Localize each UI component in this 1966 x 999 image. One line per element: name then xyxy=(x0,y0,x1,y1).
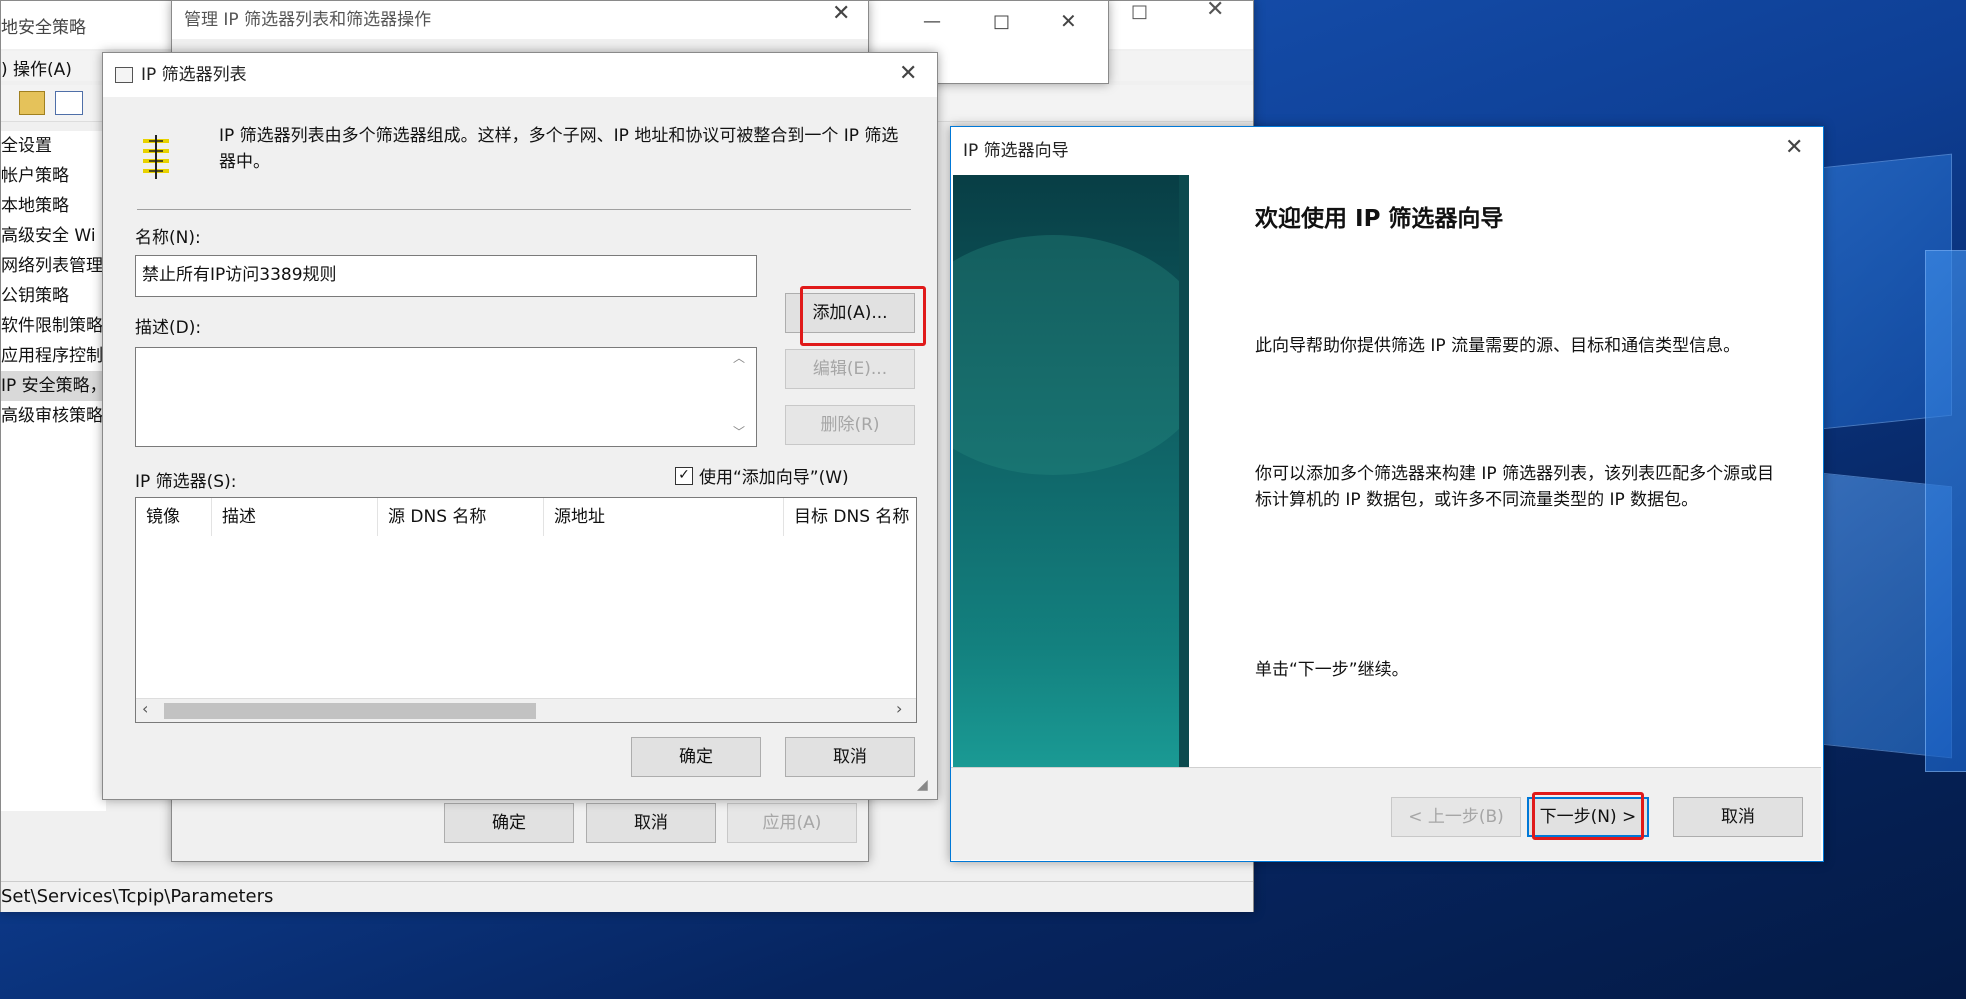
tree-item[interactable]: 公钥策略 xyxy=(1,281,106,311)
wizard-heading: 欢迎使用 IP 筛选器向导 xyxy=(1255,206,1504,232)
wizard-paragraph-2: 你可以添加多个筛选器来构建 IP 筛选器列表，该列表匹配多个源或目标计算机的 I… xyxy=(1255,464,1775,510)
tree-item[interactable]: 网络列表管理 xyxy=(1,251,106,281)
delete-filter-button[interactable]: 删除(R) xyxy=(785,405,915,445)
mmc-title: 地安全策略 xyxy=(1,18,86,38)
ipfl-titlebar: IP 筛选器列表 xyxy=(103,53,937,97)
close-icon[interactable]: ✕ xyxy=(1060,9,1077,33)
name-field[interactable]: 禁止所有IP访问3389规则 xyxy=(135,255,757,297)
column-header-description[interactable]: 描述 xyxy=(212,498,378,536)
tree-item[interactable]: 应用程序控制 xyxy=(1,341,106,371)
tree-item[interactable]: IP 安全策略， xyxy=(1,371,106,401)
tree-item[interactable]: 高级审核策略 xyxy=(1,401,106,431)
wizard-next-button[interactable]: 下一步(N) > xyxy=(1527,797,1649,837)
wizard-cancel-button[interactable]: 取消 xyxy=(1673,797,1803,837)
tree-item[interactable]: 软件限制策略 xyxy=(1,311,106,341)
manage-ok-button[interactable]: 确定 xyxy=(444,803,574,843)
description-field[interactable] xyxy=(135,347,757,447)
manage-title: 管理 IP 筛选器列表和筛选器操作 xyxy=(184,10,432,30)
wizard-back-button[interactable]: < 上一步(B) xyxy=(1391,797,1521,837)
intro-divider xyxy=(137,209,911,210)
ipfl-cancel-button[interactable]: 取消 xyxy=(785,737,915,777)
scroll-left-icon[interactable]: ‹ xyxy=(142,699,148,718)
maximize-icon[interactable]: □ xyxy=(993,11,1010,32)
description-label: 描述(D): xyxy=(135,318,202,338)
tree-item[interactable]: 高级安全 Wi xyxy=(1,221,106,251)
ipfl-ok-button[interactable]: 确定 xyxy=(631,737,761,777)
scrollbar-thumb[interactable] xyxy=(164,703,536,719)
mmc-close-icon[interactable]: ✕ xyxy=(1206,0,1224,22)
column-header-mirror[interactable]: 镜像 xyxy=(136,498,212,536)
edit-filter-button[interactable]: 编辑(E)... xyxy=(785,349,915,389)
name-label: 名称(N): xyxy=(135,228,201,248)
wizard-paragraph-3: 单击“下一步”继续。 xyxy=(1255,660,1409,680)
tree-item[interactable]: 帐户策略 xyxy=(1,161,106,191)
mmc-restore-icon[interactable]: □ xyxy=(1131,1,1148,22)
wizard-title: IP 筛选器向导 xyxy=(963,141,1069,161)
ip-filter-wizard: IP 筛选器向导 ✕ 欢迎使用 IP 筛选器向导 此向导帮助你提供筛选 IP 流… xyxy=(950,126,1824,862)
minimize-icon[interactable]: — xyxy=(923,11,941,32)
ipfl-close-icon[interactable]: ✕ xyxy=(899,61,917,86)
banner-edge xyxy=(1179,175,1189,767)
windows-logo-pane xyxy=(1925,250,1966,772)
mmc-statusbar: Set\Services\Tcpip\Parameters xyxy=(1,881,1253,912)
wizard-close-icon[interactable]: ✕ xyxy=(1785,135,1803,160)
wizard-banner xyxy=(953,175,1189,767)
manage-cancel-button[interactable]: 取消 xyxy=(586,803,716,843)
manage-apply-button[interactable]: 应用(A) xyxy=(727,803,857,843)
add-filter-button[interactable]: 添加(A)... xyxy=(785,293,915,333)
mmc-tree: 全设置 帐户策略 本地策略 高级安全 Wi 网络列表管理 公钥策略 软件限制策略… xyxy=(1,131,106,811)
filters-label: IP 筛选器(S): xyxy=(135,472,237,492)
manage-titlebar: 管理 IP 筛选器列表和筛选器操作 xyxy=(172,1,868,39)
column-header-dest-dns[interactable]: 目标 DNS 名称 xyxy=(784,498,916,536)
ipfl-title: IP 筛选器列表 xyxy=(141,65,247,85)
column-header-source-dns[interactable]: 源 DNS 名称 xyxy=(378,498,544,536)
use-wizard-label: 使用“添加向导”(W) xyxy=(699,468,849,488)
filter-intro-icon xyxy=(139,135,173,179)
menu-action[interactable]: ) 操作(A) xyxy=(1,55,72,80)
banner-swirl xyxy=(953,235,1189,475)
column-header-source-address[interactable]: 源地址 xyxy=(544,498,784,536)
scroll-up-icon[interactable]: ︿ xyxy=(733,349,745,366)
ip-filter-list-dialog: IP 筛选器列表 ✕ IP 筛选器列表由多个筛选器组成。这样，多个子网、IP 地… xyxy=(102,52,938,800)
wizard-titlebar: IP 筛选器向导 xyxy=(951,127,1823,171)
filter-list-icon xyxy=(115,67,133,83)
filters-listview: 镜像 描述 源 DNS 名称 源地址 目标 DNS 名称 ‹ › xyxy=(135,497,917,723)
filter-intro-text: IP 筛选器列表由多个筛选器组成。这样，多个子网、IP 地址和协议可被整合到一个… xyxy=(219,126,899,172)
properties-icon[interactable] xyxy=(55,91,83,115)
resize-grip-icon[interactable]: ◢ xyxy=(917,777,928,793)
scroll-down-icon[interactable]: ﹀ xyxy=(733,423,745,440)
horizontal-scrollbar[interactable]: ‹ › xyxy=(136,698,916,722)
tree-item[interactable]: 全设置 xyxy=(1,131,106,161)
checkbox-check-icon: ✓ xyxy=(675,467,693,485)
status-path: Set\Services\Tcpip\Parameters xyxy=(1,886,274,907)
wizard-paragraph-1: 此向导帮助你提供筛选 IP 流量需要的源、目标和通信类型信息。 xyxy=(1255,336,1741,356)
folder-up-icon[interactable] xyxy=(19,91,45,115)
manage-close-icon[interactable]: ✕ xyxy=(832,1,850,26)
tree-item[interactable]: 本地策略 xyxy=(1,191,106,221)
scroll-right-icon[interactable]: › xyxy=(896,699,902,718)
